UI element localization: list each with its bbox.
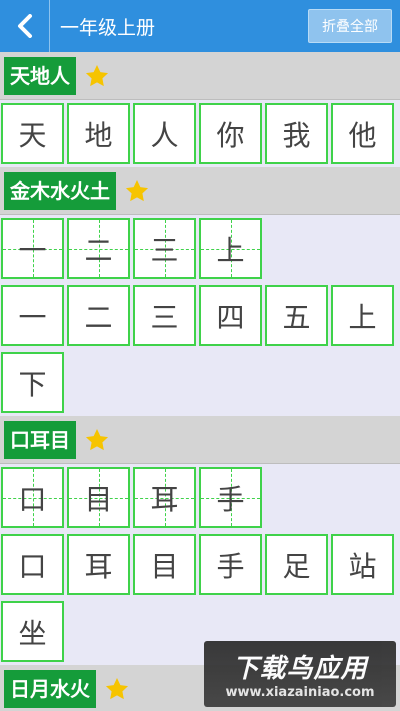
- character-glyph: 地: [84, 118, 113, 152]
- character-cell[interactable]: 耳: [67, 534, 130, 595]
- top-bar: 一年级上册 折叠全部: [0, 0, 400, 52]
- character-cell[interactable]: 他: [331, 103, 394, 164]
- section-title: 金木水火土: [4, 171, 116, 210]
- character-cell[interactable]: 口: [1, 534, 64, 595]
- character-glyph: 他: [348, 118, 377, 152]
- star-icon[interactable]: [124, 178, 150, 204]
- character-glyph: 下: [18, 367, 47, 401]
- star-icon[interactable]: [104, 676, 130, 702]
- collapse-all-button[interactable]: 折叠全部: [308, 9, 392, 43]
- character-glyph: 手: [216, 549, 245, 583]
- character-glyph: 上: [348, 300, 377, 334]
- character-glyph: 你: [216, 118, 245, 152]
- character-row: 天地人你我他: [0, 100, 400, 167]
- watermark-title: 下载鸟应用: [232, 654, 368, 684]
- section-title: 口耳目: [4, 420, 76, 459]
- stroke-practice-cell[interactable]: 二: [67, 218, 130, 279]
- character-row: 一二三四五上: [0, 282, 400, 349]
- character-glyph: 耳: [84, 549, 113, 583]
- character-glyph: 目: [150, 549, 179, 583]
- character-cell[interactable]: 站: [331, 534, 394, 595]
- character-glyph: 四: [216, 300, 245, 334]
- character-cell[interactable]: 目: [133, 534, 196, 595]
- character-glyph: 上: [216, 233, 245, 267]
- character-glyph: 二: [84, 233, 113, 267]
- watermark-logo: 下载鸟应用 www.xiazainiao.com: [204, 641, 396, 707]
- stroke-practice-cell[interactable]: 口: [1, 467, 64, 528]
- character-cell[interactable]: 人: [133, 103, 196, 164]
- stroke-practice-cell[interactable]: 目: [67, 467, 130, 528]
- character-glyph: 我: [282, 118, 311, 152]
- character-cell[interactable]: 一: [1, 285, 64, 346]
- character-glyph: 足: [282, 549, 311, 583]
- character-glyph: 耳: [150, 482, 179, 516]
- stroke-practice-cell[interactable]: 手: [199, 467, 262, 528]
- character-cell[interactable]: 我: [265, 103, 328, 164]
- character-cell[interactable]: 五: [265, 285, 328, 346]
- character-cell[interactable]: 四: [199, 285, 262, 346]
- character-cell[interactable]: 下: [1, 352, 64, 413]
- character-glyph: 站: [348, 549, 377, 583]
- section-header[interactable]: 金木水火土: [0, 167, 400, 215]
- character-glyph: 目: [84, 482, 113, 516]
- character-cell[interactable]: 地: [67, 103, 130, 164]
- stroke-order-row: 一二三上: [0, 215, 400, 282]
- chevron-left-icon: [17, 14, 32, 38]
- star-icon[interactable]: [84, 63, 110, 89]
- back-button[interactable]: [0, 0, 50, 52]
- stroke-order-row: 口目耳手: [0, 464, 400, 531]
- stroke-practice-cell[interactable]: 耳: [133, 467, 196, 528]
- section-title: 天地人: [4, 56, 76, 95]
- character-glyph: 三: [150, 233, 179, 267]
- character-cell[interactable]: 上: [331, 285, 394, 346]
- character-glyph: 人: [150, 118, 179, 152]
- character-glyph: 三: [150, 300, 179, 334]
- character-glyph: 二: [84, 300, 113, 334]
- character-glyph: 口: [18, 549, 47, 583]
- stroke-practice-cell[interactable]: 上: [199, 218, 262, 279]
- section-title: 日月水火: [4, 669, 96, 708]
- character-glyph: 天: [18, 118, 47, 152]
- character-cell[interactable]: 坐: [1, 601, 64, 662]
- page-title: 一年级上册: [60, 16, 156, 39]
- character-glyph: 口: [18, 482, 47, 516]
- character-row: 下: [0, 349, 400, 416]
- character-cell[interactable]: 你: [199, 103, 262, 164]
- character-glyph: 五: [282, 300, 311, 334]
- lesson-list: 天地人天地人你我他金木水火土一二三上一二三四五上下口耳目口目耳手口耳目手足站坐日…: [0, 52, 400, 711]
- character-glyph: 坐: [18, 616, 47, 650]
- character-glyph: 一: [18, 233, 47, 267]
- watermark-url: www.xiazainiao.com: [225, 685, 375, 700]
- section-header[interactable]: 口耳目: [0, 416, 400, 464]
- stroke-practice-cell[interactable]: 三: [133, 218, 196, 279]
- character-cell[interactable]: 手: [199, 534, 262, 595]
- character-cell[interactable]: 足: [265, 534, 328, 595]
- character-glyph: 一: [18, 300, 47, 334]
- character-glyph: 手: [216, 482, 245, 516]
- star-icon[interactable]: [84, 427, 110, 453]
- character-cell[interactable]: 天: [1, 103, 64, 164]
- character-cell[interactable]: 二: [67, 285, 130, 346]
- character-row: 口耳目手足站: [0, 531, 400, 598]
- stroke-practice-cell[interactable]: 一: [1, 218, 64, 279]
- section-header[interactable]: 天地人: [0, 52, 400, 100]
- character-cell[interactable]: 三: [133, 285, 196, 346]
